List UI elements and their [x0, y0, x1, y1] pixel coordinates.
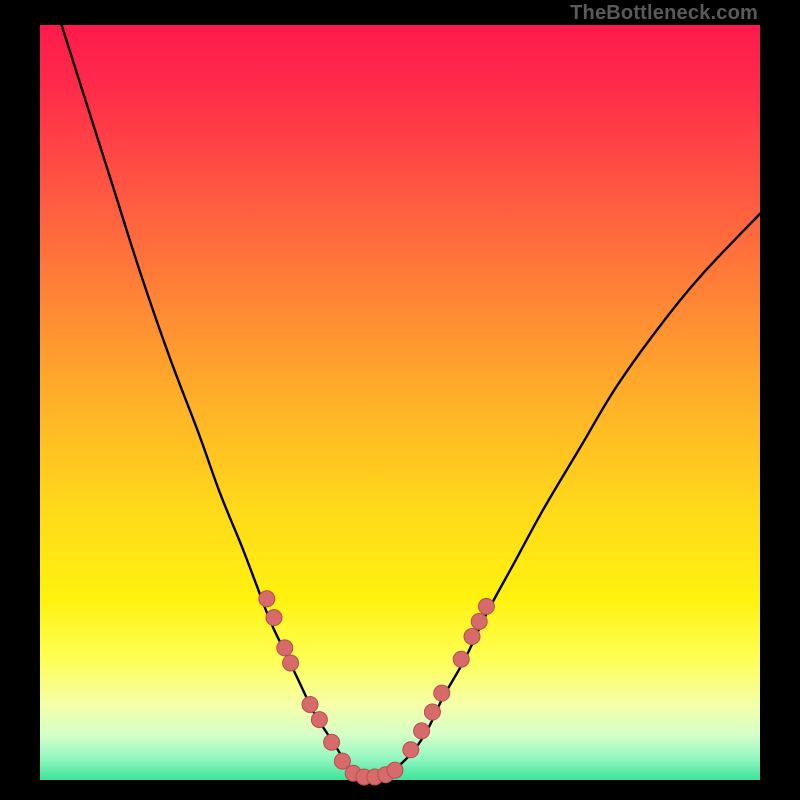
sample-dot: [259, 591, 275, 607]
sample-dot: [277, 640, 293, 656]
sample-dot: [478, 598, 494, 614]
sample-dot: [302, 697, 318, 713]
chart-overlay-svg: [40, 25, 760, 780]
sample-dot: [424, 704, 440, 720]
watermark-text: TheBottleneck.com: [570, 2, 758, 25]
sample-dot: [434, 685, 450, 701]
sample-dots: [259, 591, 495, 785]
sample-dot: [324, 734, 340, 750]
sample-dot: [311, 712, 327, 728]
curve-left-branch: [62, 25, 350, 772]
plot-area: [40, 25, 760, 780]
sample-dot: [266, 610, 282, 626]
sample-dot: [464, 629, 480, 645]
sample-dot: [283, 655, 299, 671]
chart-frame: TheBottleneck.com: [0, 0, 800, 800]
bottleneck-curve: [62, 25, 760, 778]
sample-dot: [387, 762, 403, 778]
sample-dot: [403, 742, 419, 758]
sample-dot: [414, 723, 430, 739]
sample-dot: [453, 651, 469, 667]
sample-dot: [471, 613, 487, 629]
